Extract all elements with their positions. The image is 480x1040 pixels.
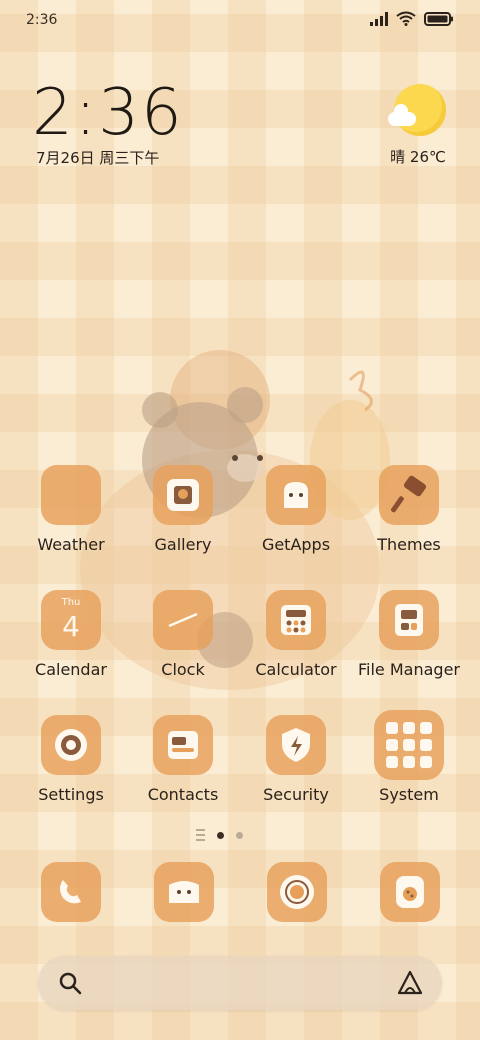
wifi-icon xyxy=(396,11,416,26)
weather-icon[interactable] xyxy=(41,465,101,525)
clock-icon[interactable] xyxy=(153,590,213,650)
app-system-folder[interactable]: System xyxy=(350,710,468,804)
dock xyxy=(0,862,480,926)
page-dot xyxy=(236,831,243,839)
status-time: 2:36 xyxy=(26,12,58,28)
app-label: Weather xyxy=(37,535,105,554)
status-bar: 2:36 xyxy=(0,0,480,40)
app-gallery[interactable]: Gallery xyxy=(124,465,242,554)
app-label: System xyxy=(379,785,439,804)
settings-icon[interactable] xyxy=(41,715,101,775)
clock-widget-time[interactable]: 2:36 xyxy=(32,76,184,150)
app-weather[interactable]: Weather xyxy=(12,465,130,554)
assistant-icon[interactable] xyxy=(396,969,424,997)
app-getapps[interactable]: GetApps xyxy=(237,465,355,554)
system-folder-icon[interactable] xyxy=(374,710,444,780)
file-manager-icon[interactable] xyxy=(379,590,439,650)
getapps-icon[interactable] xyxy=(266,465,326,525)
search-icon[interactable] xyxy=(58,971,82,995)
app-label: Settings xyxy=(38,785,104,804)
signal-icon xyxy=(370,11,388,26)
calendar-day-name: Thu xyxy=(61,597,81,608)
phone-icon[interactable] xyxy=(41,862,101,922)
battery-icon xyxy=(424,11,453,26)
app-label: Gallery xyxy=(154,535,212,554)
status-icons xyxy=(370,11,454,26)
app-calendar[interactable]: Thu 4 Calendar xyxy=(12,590,130,679)
search-bar[interactable] xyxy=(38,956,442,1010)
app-file-manager[interactable]: File Manager xyxy=(350,590,468,679)
app-settings[interactable]: Settings xyxy=(12,715,130,804)
app-label: GetApps xyxy=(261,535,331,554)
cloud-icon xyxy=(388,104,416,126)
weather-widget-text: 晴 26℃ xyxy=(390,148,446,166)
app-label: Calendar xyxy=(35,660,107,679)
app-list-indicator-icon xyxy=(196,829,205,841)
app-themes[interactable]: Themes xyxy=(350,465,468,554)
themes-icon[interactable] xyxy=(379,465,439,525)
weather-widget[interactable]: 晴 26℃ xyxy=(388,84,446,168)
app-label: File Manager xyxy=(358,660,460,679)
app-label: Clock xyxy=(161,660,205,679)
app-label: Themes xyxy=(377,535,441,554)
page-dot-active xyxy=(217,831,224,839)
calculator-icon[interactable] xyxy=(266,590,326,650)
calendar-icon[interactable]: Thu 4 xyxy=(41,590,101,650)
camera-icon[interactable] xyxy=(267,862,327,922)
page-indicator[interactable] xyxy=(196,828,286,842)
clock-widget-date[interactable]: 7月26日 周三下午 xyxy=(36,147,159,168)
app-label: Contacts xyxy=(147,785,219,804)
contacts-icon[interactable] xyxy=(153,715,213,775)
calendar-day-number: 4 xyxy=(62,610,80,643)
app-calculator[interactable]: Calculator xyxy=(237,590,355,679)
security-icon[interactable] xyxy=(266,715,326,775)
messages-icon[interactable] xyxy=(154,862,214,922)
gallery-icon[interactable] xyxy=(153,465,213,525)
app-label: Calculator xyxy=(255,660,337,679)
app-contacts[interactable]: Contacts xyxy=(124,715,242,804)
app-label: Security xyxy=(263,785,329,804)
app-security[interactable]: Security xyxy=(237,715,355,804)
app-clock[interactable]: Clock xyxy=(124,590,242,679)
browser-icon[interactable] xyxy=(380,862,440,922)
